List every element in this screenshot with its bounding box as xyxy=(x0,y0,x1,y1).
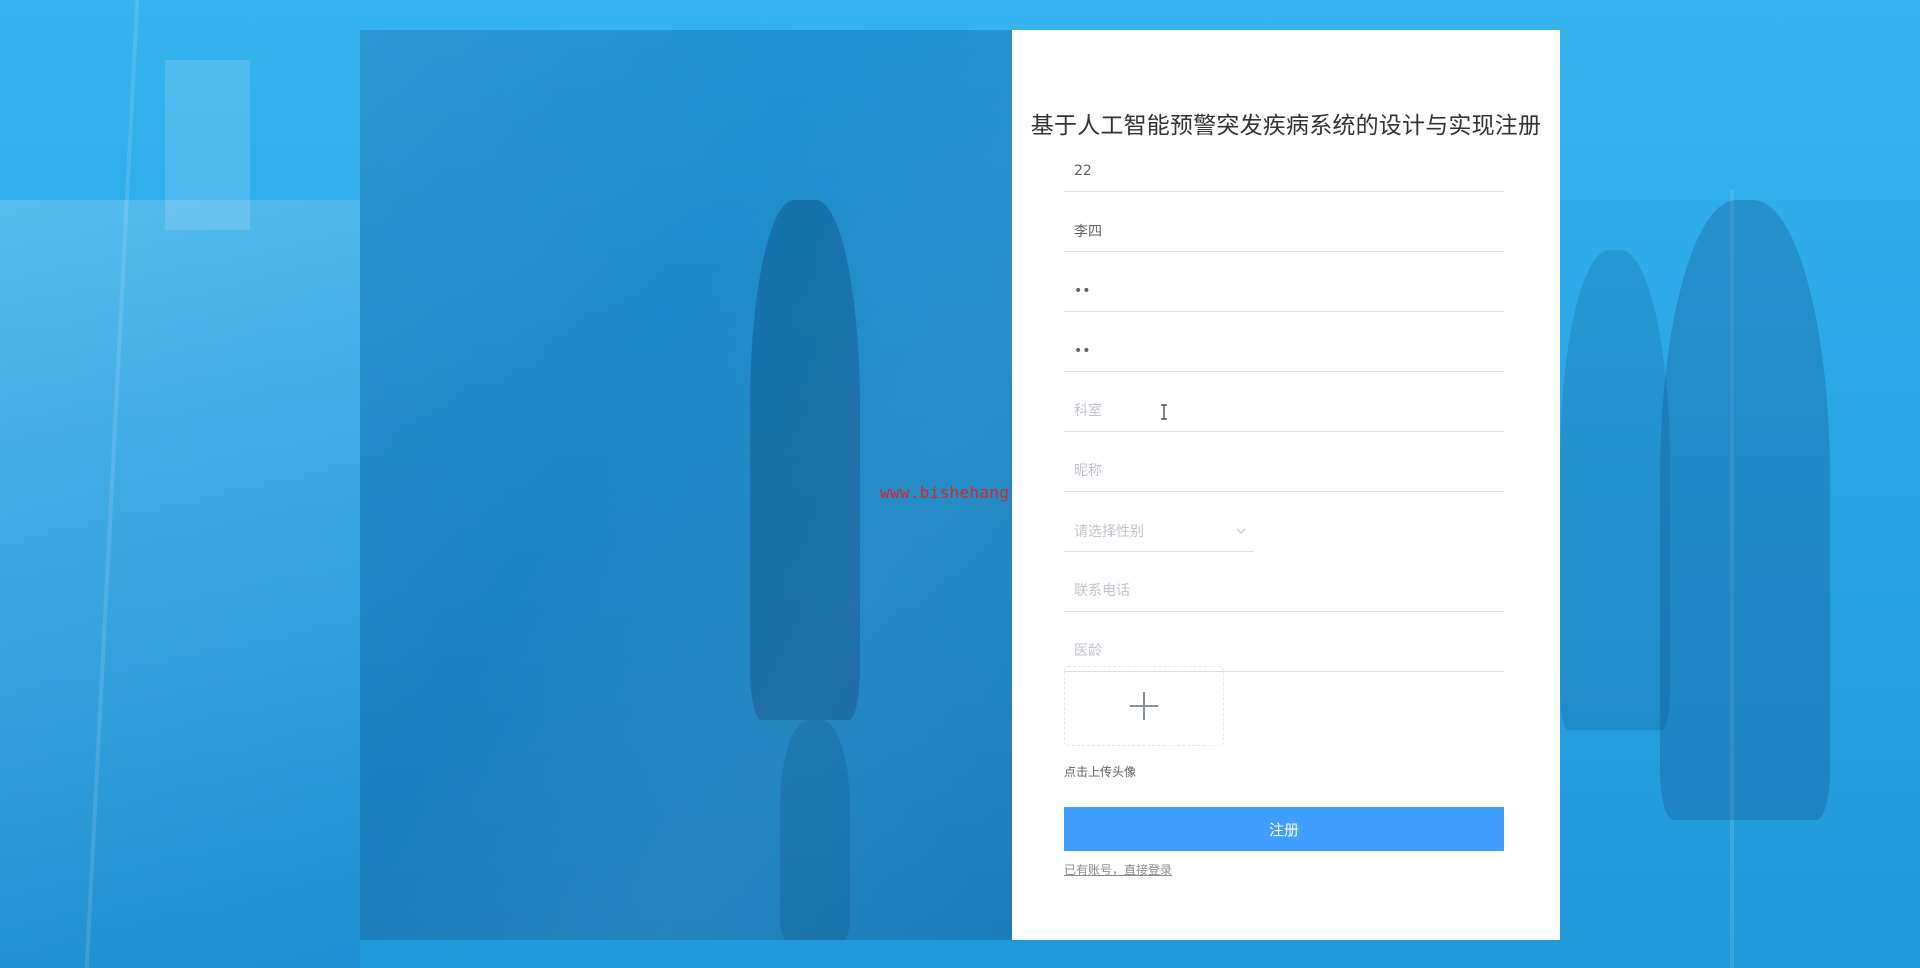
avatar-upload[interactable] xyxy=(1064,666,1224,746)
background-person-right-2 xyxy=(1560,250,1670,730)
department-field[interactable] xyxy=(1064,390,1504,432)
name-input[interactable] xyxy=(1064,210,1504,251)
plus-icon xyxy=(1130,692,1158,720)
background-tower xyxy=(165,60,250,230)
nickname-field[interactable] xyxy=(1064,450,1504,492)
background-person-right xyxy=(1660,200,1830,820)
page-title: 基于人工智能预警突发疾病系统的设计与实现注册 xyxy=(1030,113,1542,139)
confirm-password-input[interactable] xyxy=(1064,330,1504,371)
name-field[interactable] xyxy=(1064,210,1504,252)
years-input[interactable] xyxy=(1064,630,1504,671)
password-input[interactable] xyxy=(1064,270,1504,311)
text-cursor-icon xyxy=(1161,404,1167,420)
login-link[interactable]: 已有账号，直接登录 xyxy=(1064,861,1172,878)
background-glass-building xyxy=(0,200,360,968)
gender-select-placeholder: 请选择性别 xyxy=(1074,523,1144,540)
phone-field[interactable] xyxy=(1064,570,1504,612)
register-page: www.bishehang.site 基于人工智能预警突发疾病系统的设计与实现注… xyxy=(0,0,1920,968)
account-field[interactable] xyxy=(1064,150,1504,192)
register-card: 基于人工智能预警突发疾病系统的设计与实现注册 请选择性别 xyxy=(1012,30,1560,940)
department-input[interactable] xyxy=(1064,390,1504,431)
account-input[interactable] xyxy=(1064,150,1504,191)
phone-input[interactable] xyxy=(1064,570,1504,611)
upload-hint: 点击上传头像 xyxy=(1064,765,1137,779)
chevron-down-icon xyxy=(1232,522,1250,540)
password-field[interactable] xyxy=(1064,270,1504,312)
gender-select[interactable]: 请选择性别 xyxy=(1064,510,1254,552)
nickname-input[interactable] xyxy=(1064,450,1504,491)
register-button[interactable]: 注册 xyxy=(1064,807,1504,851)
confirm-password-field[interactable] xyxy=(1064,330,1504,372)
